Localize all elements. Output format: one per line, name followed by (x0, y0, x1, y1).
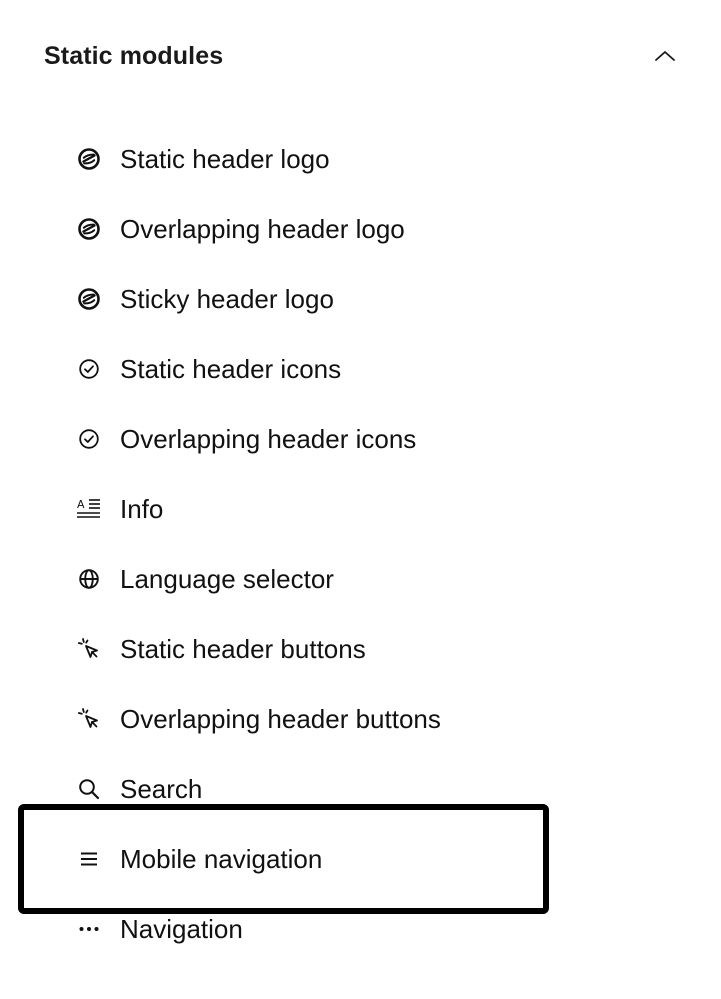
svg-text:A: A (77, 498, 85, 511)
module-item-overlapping-header-logo[interactable]: Overlapping header logo (76, 194, 676, 264)
module-item-label: Static header buttons (120, 633, 366, 664)
module-item-label: Static header logo (120, 143, 330, 174)
logo-icon (76, 216, 102, 242)
module-item-sticky-header-logo[interactable]: Sticky header logo (76, 264, 676, 334)
module-item-label: Static header icons (120, 353, 342, 384)
logo-icon (76, 286, 102, 312)
cursor-click-icon (76, 636, 102, 662)
hamburger-menu-icon (76, 846, 102, 872)
module-item-overlapping-header-buttons[interactable]: Overlapping header buttons (76, 684, 676, 754)
ellipsis-icon (76, 916, 102, 942)
cursor-click-icon (76, 706, 102, 732)
static-modules-panel: Static modules Static header logo Overla… (0, 0, 721, 999)
module-item-label: Navigation (120, 913, 243, 944)
module-item-overlapping-header-icons[interactable]: Overlapping header icons (76, 404, 676, 474)
globe-icon (76, 566, 102, 592)
module-list: Static header logo Overlapping header lo… (76, 124, 676, 964)
text-info-icon: A (76, 496, 102, 522)
module-item-label: Language selector (120, 563, 334, 594)
module-item-label: Search (120, 773, 203, 804)
search-icon (76, 776, 102, 802)
module-item-label: Overlapping header buttons (120, 703, 441, 734)
module-item-static-header-logo[interactable]: Static header logo (76, 124, 676, 194)
check-circle-icon (76, 356, 102, 382)
module-item-label: Overlapping header icons (120, 423, 417, 454)
chevron-up-icon (655, 51, 675, 61)
collapse-button[interactable] (650, 41, 680, 71)
module-item-static-header-icons[interactable]: Static header icons (76, 334, 676, 404)
section-header[interactable]: Static modules (44, 34, 675, 78)
module-item-label: Mobile navigation (120, 843, 323, 874)
module-item-language-selector[interactable]: Language selector (76, 544, 676, 614)
check-circle-icon (76, 426, 102, 452)
module-item-info[interactable]: A Info (76, 474, 676, 544)
module-item-label: Info (120, 493, 164, 524)
module-item-mobile-navigation[interactable]: Mobile navigation (76, 824, 676, 894)
module-item-navigation[interactable]: Navigation (76, 894, 676, 964)
module-item-label: Sticky header logo (120, 283, 334, 314)
logo-icon (76, 146, 102, 172)
section-title: Static modules (44, 41, 224, 70)
module-item-label: Overlapping header logo (120, 213, 405, 244)
module-item-search[interactable]: Search (76, 754, 676, 824)
module-item-static-header-buttons[interactable]: Static header buttons (76, 614, 676, 684)
